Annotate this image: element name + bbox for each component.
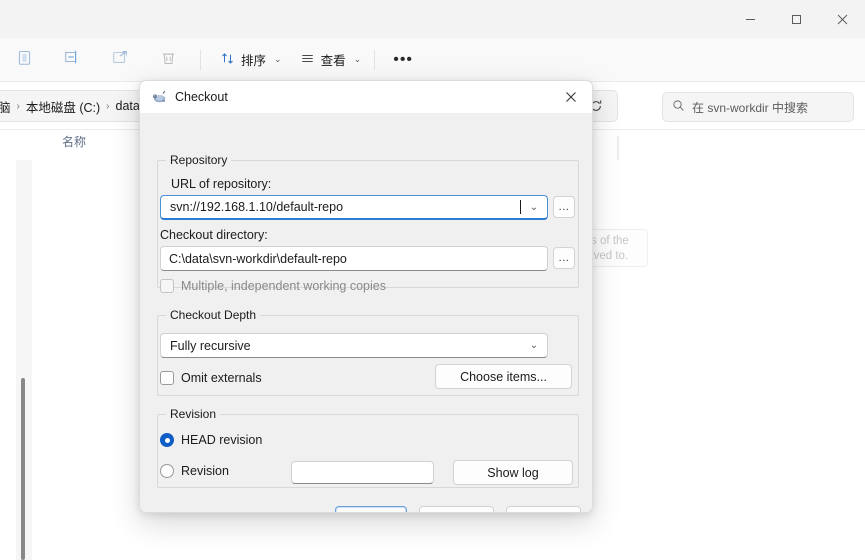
omit-externals-checkbox[interactable]: Omit externals [160, 371, 262, 385]
chevron-down-icon[interactable]: ⌄ [521, 202, 547, 213]
checkbox-box-icon [160, 371, 174, 385]
specific-revision-radio[interactable]: Revision [160, 464, 229, 478]
head-revision-radio[interactable]: HEAD revision [160, 433, 262, 447]
search-icon [672, 99, 685, 115]
checkout-directory-browse-button[interactable]: ... [553, 247, 575, 269]
breadcrumb-separator: › [106, 100, 110, 112]
chevron-down-icon[interactable]: ⌄ [521, 340, 547, 351]
view-label: 查看 [320, 54, 346, 68]
share-button[interactable] [100, 44, 140, 76]
view-icon [300, 51, 315, 69]
toolbar-divider-1 [200, 49, 201, 70]
repository-group-label: Repository [170, 153, 228, 167]
checkout-directory-input[interactable]: C:\data\svn-workdir\default-repo [160, 246, 548, 271]
checkout-depth-combobox[interactable]: Fully recursive ⌄ [160, 333, 548, 358]
paste-icon [16, 49, 33, 71]
revision-group-label: Revision [170, 407, 217, 421]
repository-url-browse-button[interactable]: ... [553, 196, 575, 218]
url-of-repository-label: URL of repository: [171, 177, 272, 191]
close-icon [566, 92, 576, 102]
checkbox-box-icon [160, 279, 174, 293]
checkout-directory-label: Checkout directory: [160, 228, 268, 242]
share-icon [111, 48, 129, 71]
rename-icon [63, 48, 81, 71]
checkout-depth-value: Fully recursive [170, 338, 251, 353]
more-options-button[interactable]: ••• [385, 44, 421, 76]
search-input[interactable]: 在 svn-workdir 中搜索 [692, 99, 808, 116]
tortoisesvn-icon [151, 89, 168, 105]
revision-number-input[interactable] [291, 461, 434, 484]
paste-button[interactable] [4, 44, 44, 76]
sort-icon [220, 51, 235, 69]
minimize-button[interactable] [727, 0, 773, 38]
view-button[interactable]: 查看 ⌄ [291, 44, 371, 76]
close-icon [837, 14, 848, 25]
ellipsis-icon: ••• [393, 50, 414, 68]
dialog-close-button[interactable] [550, 81, 592, 113]
radio-unselected-icon [160, 464, 174, 478]
maximize-icon [791, 14, 802, 25]
chevron-down-icon: ⌄ [353, 54, 362, 64]
checkout-directory-value: C:\data\svn-workdir\default-repo [169, 251, 347, 266]
search-box[interactable]: 在 svn-workdir 中搜索 [662, 92, 854, 122]
toolbar-divider-2 [374, 49, 376, 70]
repository-url-value: svn://192.168.1.10/default-repo [170, 200, 344, 214]
choose-items-button[interactable]: Choose items... [435, 364, 572, 389]
chevron-down-icon: ⌄ [274, 54, 282, 64]
radio-selected-icon [160, 433, 174, 447]
repository-url-combobox[interactable]: svn://192.168.1.10/default-repo ⌄ [160, 195, 548, 220]
explorer-titlebar [0, 0, 865, 38]
sort-label: 排序 [241, 54, 267, 68]
head-revision-label: HEAD revision [181, 433, 263, 447]
ok-button[interactable]: OK [335, 506, 407, 512]
delete-button[interactable] [148, 44, 188, 76]
delete-icon [160, 49, 177, 71]
content-left-edge [0, 130, 16, 560]
omit-externals-label: Omit externals [181, 371, 262, 385]
maximize-button[interactable] [773, 0, 819, 38]
close-button[interactable] [819, 0, 865, 38]
show-log-button[interactable]: Show log [453, 460, 573, 485]
checkout-dialog: Checkout Repository URL of repository: s… [139, 80, 593, 513]
explorer-toolbar: 排序 ⌄ 查看 ⌄ ••• [0, 38, 865, 82]
checkout-depth-group-label: Checkout Depth [170, 308, 257, 322]
breadcrumb-item-1[interactable]: 本地磁盘 (C:) [21, 95, 105, 118]
sort-button[interactable]: 排序 ⌄ [211, 44, 291, 76]
minimize-icon [745, 14, 756, 25]
column-divider[interactable] [617, 136, 619, 160]
dialog-titlebar: Checkout [140, 81, 592, 113]
dialog-title: Checkout [175, 90, 228, 104]
multiple-working-copies-label: Multiple, independent working copies [181, 279, 386, 293]
rename-button[interactable] [52, 44, 92, 76]
column-header-name[interactable]: 名称 [62, 133, 86, 150]
dialog-body: Repository URL of repository: svn://192.… [140, 113, 592, 512]
specific-revision-label: Revision [181, 464, 229, 478]
navigation-scrollbar-thumb[interactable] [21, 378, 25, 560]
breadcrumb-item-0[interactable]: 脑 [0, 95, 16, 118]
cancel-button[interactable]: Cancel [419, 506, 494, 512]
multiple-working-copies-checkbox[interactable]: Multiple, independent working copies [160, 279, 386, 293]
help-button[interactable]: Help [506, 506, 581, 512]
